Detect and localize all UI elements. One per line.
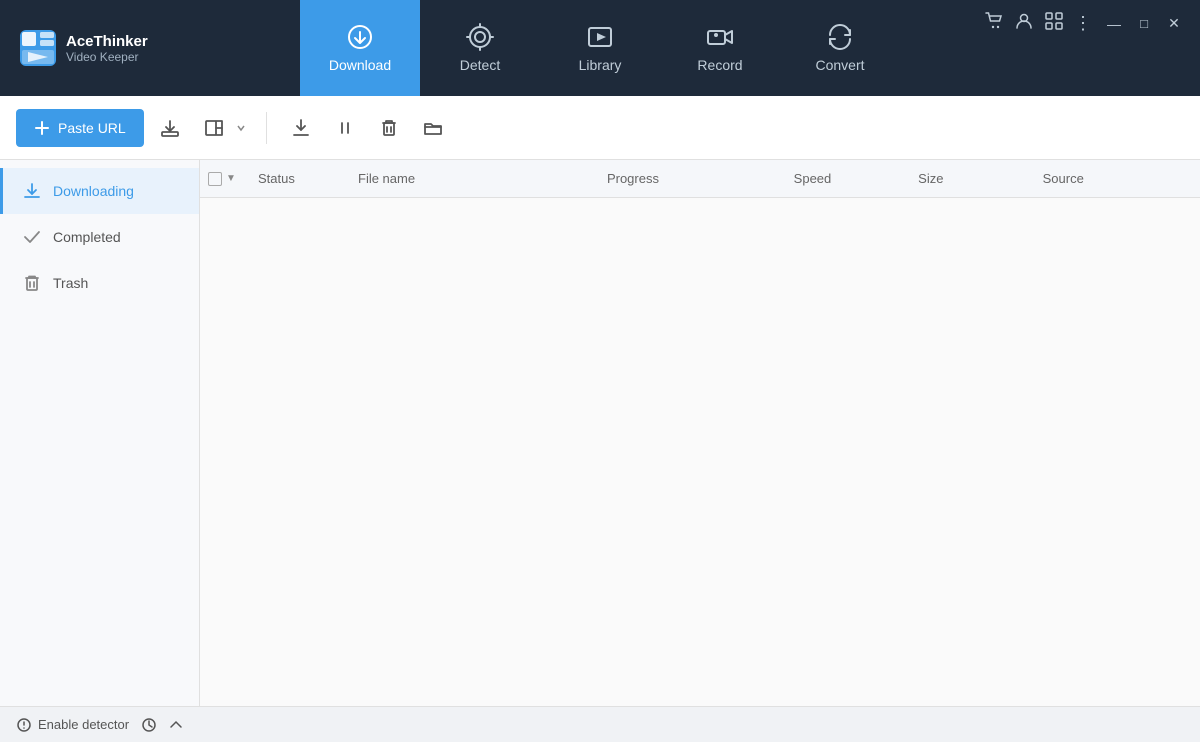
library-tab-icon bbox=[586, 23, 614, 51]
maximize-button[interactable]: □ bbox=[1134, 16, 1154, 31]
sidebar-item-trash[interactable]: Trash bbox=[0, 260, 199, 306]
delete-button[interactable] bbox=[371, 110, 407, 146]
more-options-icon[interactable]: ⋮ bbox=[1074, 13, 1094, 34]
logo-text: AceThinker Video Keeper bbox=[66, 33, 148, 64]
select-all-checkbox[interactable] bbox=[208, 172, 222, 186]
table-header-checkbox-col: ▼ bbox=[208, 172, 258, 186]
trash-icon bbox=[379, 118, 399, 138]
pause-icon bbox=[335, 118, 355, 138]
expand-button[interactable] bbox=[169, 718, 183, 732]
settings-icon[interactable] bbox=[1044, 12, 1064, 35]
history-button[interactable] bbox=[141, 717, 157, 733]
downloading-icon bbox=[23, 182, 41, 200]
format-dropdown-arrow[interactable] bbox=[232, 110, 250, 146]
format-button[interactable] bbox=[196, 110, 232, 146]
tab-library[interactable]: Library bbox=[540, 0, 660, 96]
chevron-up-icon bbox=[169, 718, 183, 732]
detector-circle-icon bbox=[16, 717, 32, 733]
tab-convert[interactable]: Convert bbox=[780, 0, 900, 96]
table-body bbox=[200, 198, 1200, 706]
toolbar-divider bbox=[266, 112, 267, 144]
tab-detect[interactable]: Detect bbox=[420, 0, 540, 96]
sidebar: Downloading Completed Trash bbox=[0, 160, 200, 706]
paste-url-label: Paste URL bbox=[58, 120, 126, 136]
table-header-source: Source bbox=[1043, 171, 1192, 186]
detect-tab-icon bbox=[466, 23, 494, 51]
statusbar: Enable detector bbox=[0, 706, 1200, 742]
checkbox-dropdown-arrow[interactable]: ▼ bbox=[226, 173, 236, 184]
folder-icon bbox=[423, 118, 443, 138]
user-icon[interactable] bbox=[1014, 12, 1034, 35]
tab-download[interactable]: Download bbox=[300, 0, 420, 96]
clock-icon bbox=[141, 717, 157, 733]
main-content: Downloading Completed Trash bbox=[0, 160, 1200, 706]
tab-record-label: Record bbox=[697, 57, 742, 73]
titlebar: AceThinker Video Keeper Download De bbox=[0, 0, 1200, 96]
chevron-down-icon bbox=[236, 123, 246, 133]
table-header: ▼ Status File name Progress Speed Size S… bbox=[200, 160, 1200, 198]
sidebar-item-downloading-label: Downloading bbox=[53, 183, 134, 199]
table-area: ▼ Status File name Progress Speed Size S… bbox=[200, 160, 1200, 706]
window-controls: ⋮ — □ ✕ bbox=[968, 12, 1200, 35]
download-local-button[interactable] bbox=[152, 110, 188, 146]
app-name: AceThinker bbox=[66, 33, 148, 50]
table-header-speed: Speed bbox=[794, 171, 918, 186]
toolbar: Paste URL bbox=[0, 96, 1200, 160]
download-all-button[interactable] bbox=[283, 110, 319, 146]
cart-icon[interactable] bbox=[984, 12, 1004, 35]
table-header-progress: Progress bbox=[607, 171, 794, 186]
paste-url-button[interactable]: Paste URL bbox=[16, 109, 144, 147]
tab-detect-label: Detect bbox=[460, 57, 500, 73]
sidebar-item-completed[interactable]: Completed bbox=[0, 214, 199, 260]
tab-download-label: Download bbox=[329, 57, 391, 73]
open-folder-button[interactable] bbox=[415, 110, 451, 146]
completed-icon bbox=[23, 228, 41, 246]
pause-all-button[interactable] bbox=[327, 110, 363, 146]
enable-detector-label: Enable detector bbox=[38, 717, 129, 732]
convert-tab-icon bbox=[826, 23, 854, 51]
tab-library-label: Library bbox=[579, 57, 622, 73]
download-tab-icon bbox=[346, 23, 374, 51]
app-subtitle: Video Keeper bbox=[66, 50, 148, 64]
download-all-icon bbox=[291, 118, 311, 138]
tab-convert-label: Convert bbox=[815, 57, 864, 73]
record-tab-icon bbox=[706, 23, 734, 51]
enable-detector-button[interactable]: Enable detector bbox=[16, 717, 129, 733]
table-header-status: Status bbox=[258, 171, 358, 186]
sidebar-item-trash-label: Trash bbox=[53, 275, 88, 291]
format-dropdown-group bbox=[196, 110, 250, 146]
minimize-button[interactable]: — bbox=[1104, 16, 1124, 32]
app-logo-icon bbox=[20, 30, 56, 66]
download-local-icon bbox=[160, 118, 180, 138]
tab-record[interactable]: Record bbox=[660, 0, 780, 96]
format-icon bbox=[204, 118, 224, 138]
sidebar-trash-icon bbox=[23, 274, 41, 292]
plus-icon bbox=[34, 120, 50, 136]
table-header-size: Size bbox=[918, 171, 1042, 186]
logo-area: AceThinker Video Keeper bbox=[0, 30, 300, 66]
sidebar-item-completed-label: Completed bbox=[53, 229, 121, 245]
close-button[interactable]: ✕ bbox=[1164, 15, 1184, 32]
table-header-filename: File name bbox=[358, 171, 607, 186]
sidebar-item-downloading[interactable]: Downloading bbox=[0, 168, 199, 214]
